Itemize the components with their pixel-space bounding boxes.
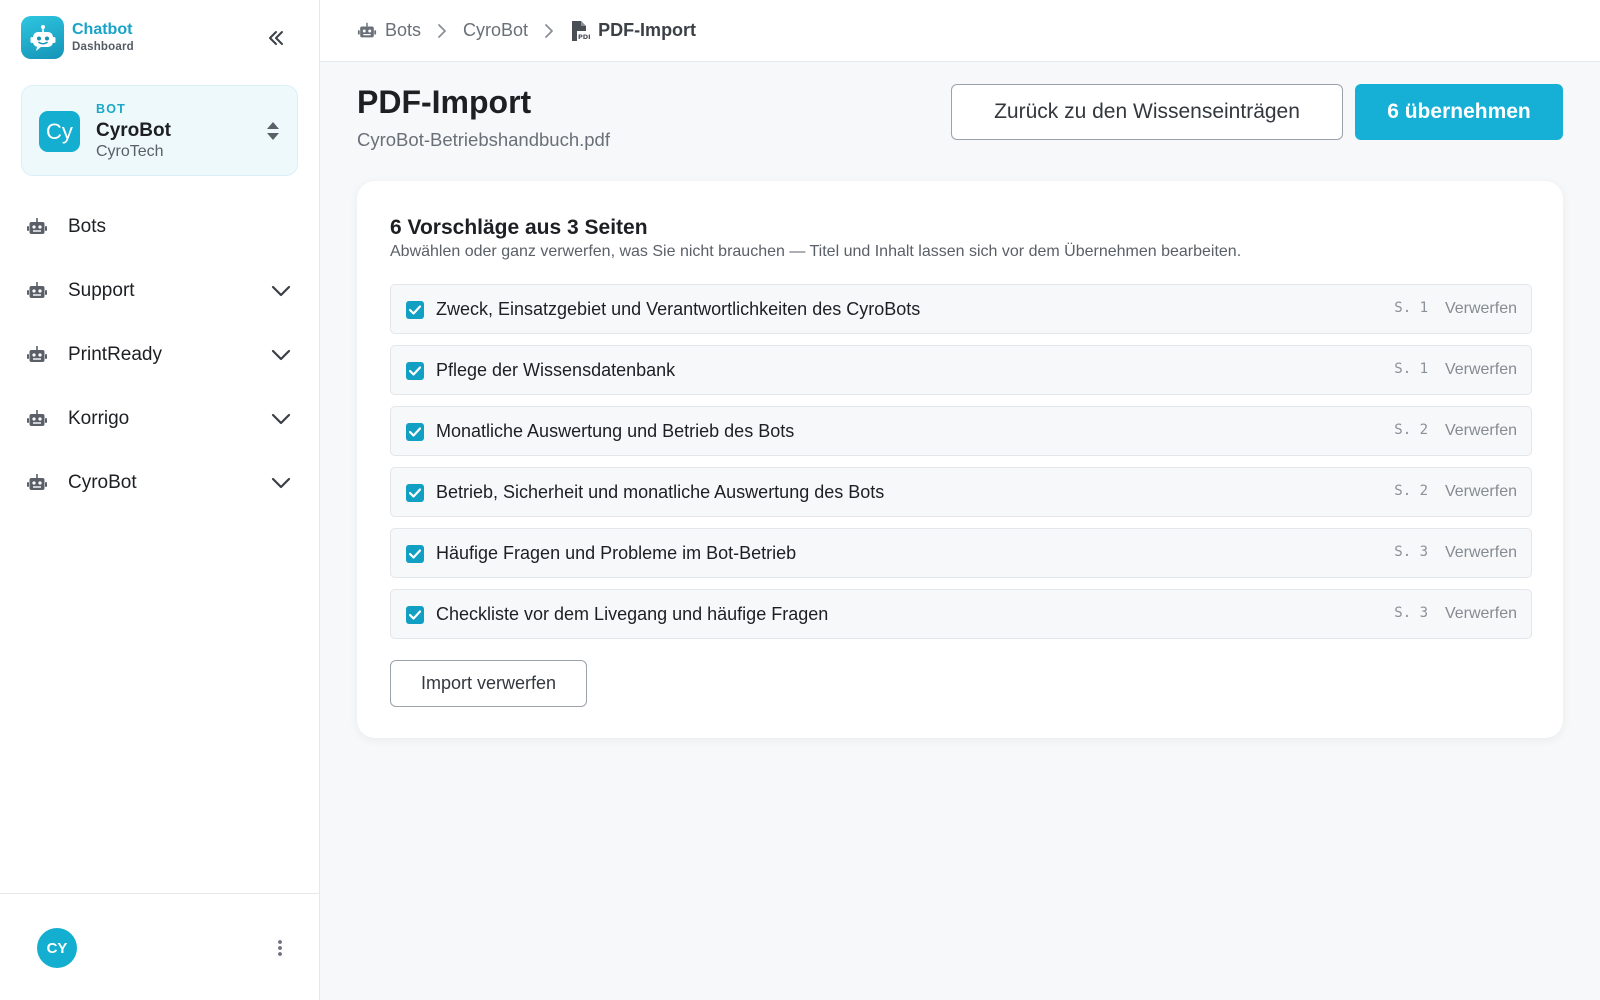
checkmark-icon <box>409 305 421 315</box>
bot-eyebrow: BOT <box>96 102 126 116</box>
suggestion-checkbox[interactable] <box>406 606 424 624</box>
suggestion-title[interactable]: Pflege der Wissensdatenbank <box>436 360 675 381</box>
page-reference: S. 1 <box>1394 300 1428 316</box>
pdf-file-icon: PDF <box>570 20 590 41</box>
page-reference: S. 3 <box>1394 544 1428 560</box>
sidebar-item-label: Korrigo <box>68 408 130 429</box>
page-reference: S. 2 <box>1394 422 1428 438</box>
user-avatar[interactable]: CY <box>37 928 77 968</box>
discard-suggestion-button[interactable]: Verwerfen <box>1445 605 1517 623</box>
page-reference: S. 3 <box>1394 605 1428 621</box>
sidebar-item-support[interactable]: Support <box>0 259 320 323</box>
user-menu-button[interactable] <box>268 935 292 961</box>
page-title: PDF-Import <box>357 84 532 120</box>
apply-suggestions-button[interactable]: 6 übernehmen <box>1355 84 1563 140</box>
brand-subtitle: Dashboard <box>72 40 134 53</box>
discard-suggestion-button[interactable]: Verwerfen <box>1445 300 1517 318</box>
sidebar-item-label: CyroBot <box>68 472 137 493</box>
suggestion-checkbox[interactable] <box>406 301 424 319</box>
bot-name: CyroBot <box>96 120 171 141</box>
sort-updown-icon <box>267 122 279 140</box>
suggestion-checkbox[interactable] <box>406 484 424 502</box>
list-item: Zweck, Einsatzgebiet und Verantwortlichk… <box>390 284 1532 334</box>
chevron-down-icon[interactable] <box>270 472 292 494</box>
sidebar-item-cyrobot[interactable]: CyroBot <box>0 451 320 515</box>
list-item: Monatliche Auswertung und Betrieb des Bo… <box>390 406 1532 456</box>
discard-suggestion-button[interactable]: Verwerfen <box>1445 361 1517 379</box>
sidebar-item-label: Support <box>68 280 135 301</box>
sidebar-item-korrigo[interactable]: Korrigo <box>0 387 320 451</box>
chevron-right-icon <box>541 23 557 39</box>
checkmark-icon <box>409 549 421 559</box>
robot-icon <box>26 472 48 494</box>
sidebar-footer: CY <box>0 893 320 1000</box>
robot-logo-icon <box>21 16 64 59</box>
suggestion-checkbox[interactable] <box>406 423 424 441</box>
source-filename: CyroBot-Betriebshandbuch.pdf <box>357 129 610 150</box>
sidebar-item-label: Bots <box>68 216 107 237</box>
breadcrumb: Bots CyroBot PDF PDF-Import <box>357 20 696 41</box>
bot-switcher[interactable]: Cy BOT CyroBot CyroTech <box>21 85 298 176</box>
robot-icon <box>26 280 48 302</box>
bot-org: CyroTech <box>96 143 164 160</box>
sidebar-nav: Bots Support PrintReady Korrigo CyroBot <box>0 195 320 515</box>
suggestion-checkbox[interactable] <box>406 545 424 563</box>
robot-icon <box>26 216 48 238</box>
brand-title: Chatbot <box>72 20 133 38</box>
checkmark-icon <box>409 427 421 437</box>
robot-icon <box>357 21 377 41</box>
breadcrumb-label: Bots <box>385 20 422 40</box>
card-title: 6 Vorschläge aus 3 Seiten <box>390 216 648 239</box>
robot-icon <box>26 408 48 430</box>
chevron-down-icon[interactable] <box>270 280 292 302</box>
suggestions-card: 6 Vorschläge aus 3 Seiten Abwählen oder … <box>357 181 1563 738</box>
suggestion-title[interactable]: Häufige Fragen und Probleme im Bot-Betri… <box>436 543 796 564</box>
page-reference: S. 2 <box>1394 483 1428 499</box>
breadcrumb-bots[interactable]: Bots <box>357 20 421 41</box>
breadcrumb-current: PDF PDF-Import <box>570 20 696 41</box>
list-item: Checkliste vor dem Livegang und häufige … <box>390 589 1532 639</box>
breadcrumb-label: PDF-Import <box>598 20 697 40</box>
chevron-right-icon <box>434 23 450 39</box>
sidebar: Chatbot Dashboard Cy BOT CyroBot CyroTec… <box>0 0 320 1000</box>
list-item: Pflege der Wissensdatenbank S. 1 Verwerf… <box>390 345 1532 395</box>
sidebar-item-bots[interactable]: Bots <box>0 195 320 259</box>
topbar: Bots CyroBot PDF PDF-Import <box>320 0 1600 62</box>
chevron-down-icon[interactable] <box>270 344 292 366</box>
suggestion-checkbox[interactable] <box>406 362 424 380</box>
list-item: Betrieb, Sicherheit und monatliche Auswe… <box>390 467 1532 517</box>
robot-icon <box>26 344 48 366</box>
sidebar-item-printready[interactable]: PrintReady <box>0 323 320 387</box>
page-reference: S. 1 <box>1394 361 1428 377</box>
chevron-down-icon[interactable] <box>270 408 292 430</box>
breadcrumb-label: CyroBot <box>463 20 529 40</box>
collapse-sidebar-button[interactable] <box>262 24 290 52</box>
list-item: Häufige Fragen und Probleme im Bot-Betri… <box>390 528 1532 578</box>
discard-suggestion-button[interactable]: Verwerfen <box>1445 422 1517 440</box>
checkmark-icon <box>409 366 421 376</box>
sidebar-item-label: PrintReady <box>68 344 162 365</box>
brand[interactable]: Chatbot Dashboard <box>21 16 134 59</box>
discard-import-button[interactable]: Import verwerfen <box>390 660 587 707</box>
discard-suggestion-button[interactable]: Verwerfen <box>1445 483 1517 501</box>
suggestion-list: Zweck, Einsatzgebiet und Verantwortlichk… <box>390 284 1532 650</box>
checkmark-icon <box>409 610 421 620</box>
discard-suggestion-button[interactable]: Verwerfen <box>1445 544 1517 562</box>
suggestion-title[interactable]: Betrieb, Sicherheit und monatliche Auswe… <box>436 482 884 503</box>
card-description: Abwählen oder ganz verwerfen, was Sie ni… <box>390 243 1242 260</box>
suggestion-title[interactable]: Checkliste vor dem Livegang und häufige … <box>436 604 828 625</box>
checkmark-icon <box>409 488 421 498</box>
double-chevron-left-icon <box>269 31 283 45</box>
more-vertical-icon <box>278 940 282 956</box>
svg-text:PDF: PDF <box>578 33 590 41</box>
back-to-knowledge-button[interactable]: Zurück zu den Wissenseinträgen <box>951 84 1343 140</box>
suggestion-title[interactable]: Monatliche Auswertung und Betrieb des Bo… <box>436 421 794 442</box>
breadcrumb-cyrobot[interactable]: CyroBot <box>463 20 528 41</box>
suggestion-title[interactable]: Zweck, Einsatzgebiet und Verantwortlichk… <box>436 299 920 320</box>
bot-avatar: Cy <box>39 111 80 152</box>
